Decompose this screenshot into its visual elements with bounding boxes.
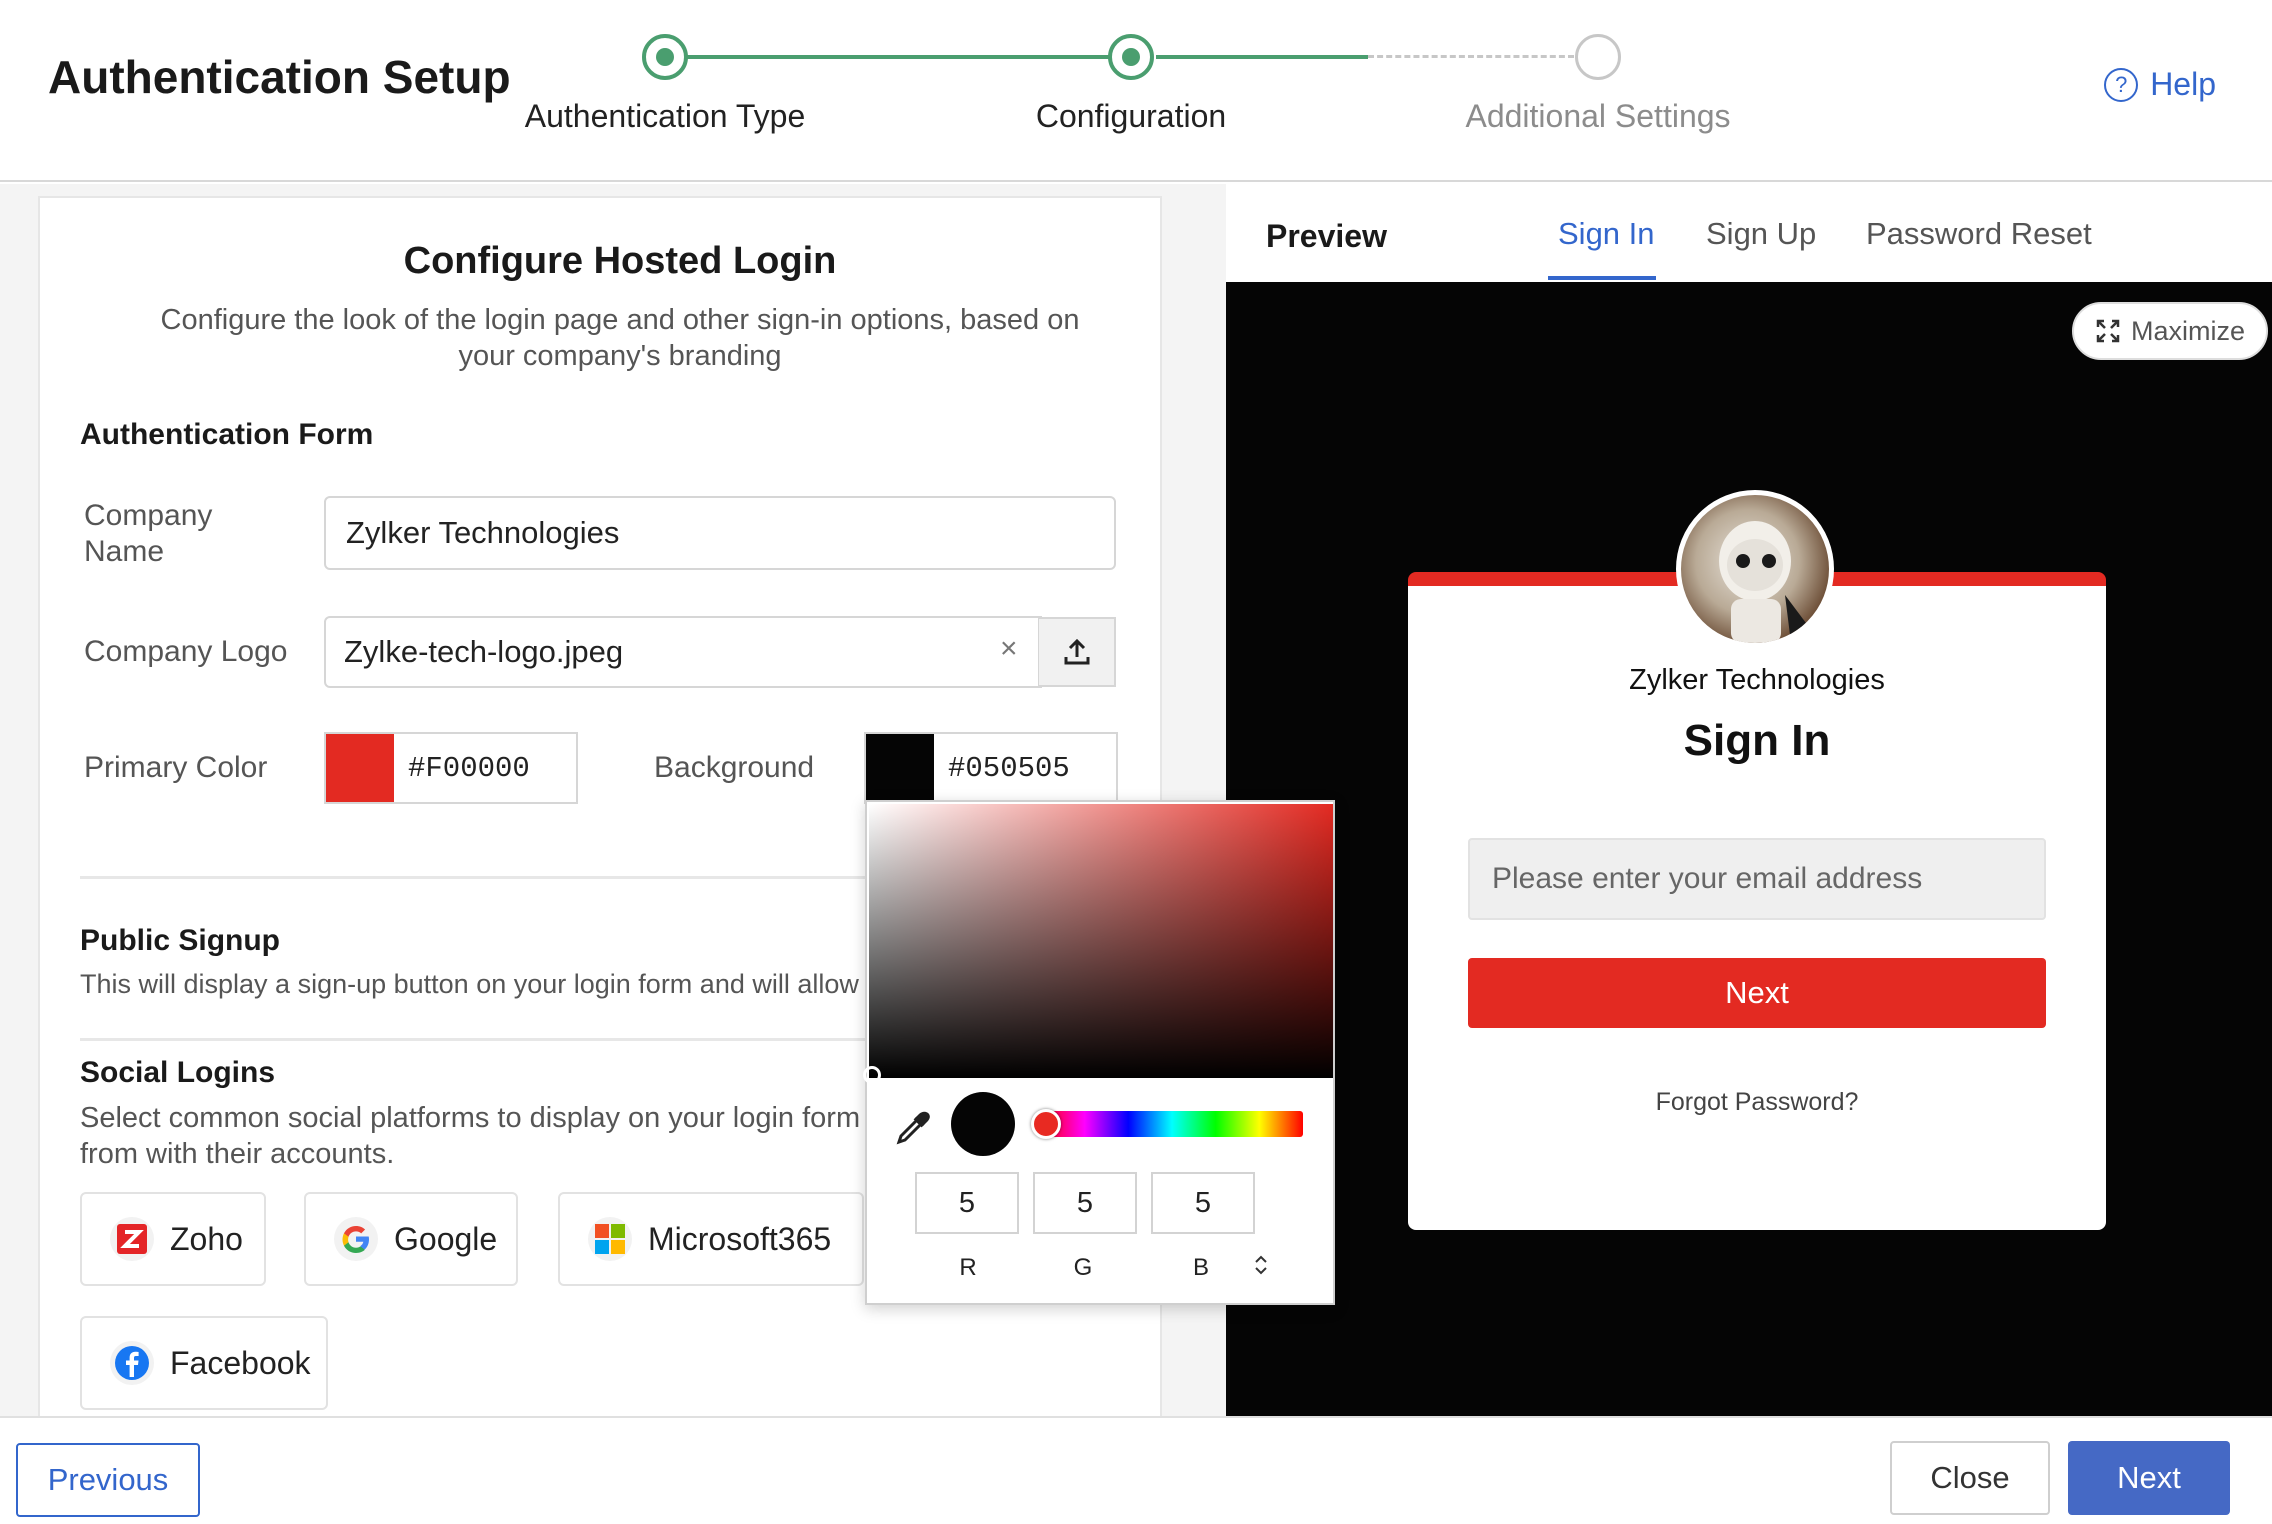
tab-password-reset[interactable]: Password Reset <box>1866 216 2092 252</box>
step-connector-todo <box>1368 55 1574 58</box>
primary-color-input[interactable]: #F00000 <box>324 732 578 804</box>
upload-button[interactable] <box>1038 617 1116 687</box>
color-picker-popup: 5 5 5 R G B <box>863 800 1335 1305</box>
blue-label: B <box>1192 1254 1209 1281</box>
maximize-label: Maximize <box>2130 315 2245 346</box>
next-button[interactable]: Next <box>2068 1441 2230 1515</box>
facebook-icon <box>110 1341 154 1385</box>
step-connector-done <box>684 55 1132 59</box>
green-input[interactable]: 5 <box>1033 1172 1137 1234</box>
saturation-cursor[interactable] <box>863 1066 881 1084</box>
public-signup-heading: Public Signup <box>80 924 280 957</box>
company-logo-avatar <box>1676 490 1834 648</box>
company-name-input[interactable]: Zylker Technologies <box>324 496 1116 570</box>
social-logins-description-line1: Select common social platforms to displa… <box>80 1102 861 1134</box>
social-logins-description-line2: from with their accounts. <box>80 1138 395 1170</box>
question-icon: ? <box>2104 67 2139 102</box>
primary-color-value[interactable]: #F00000 <box>394 752 530 785</box>
microsoft-icon <box>588 1217 632 1261</box>
auth-form-heading: Authentication Form <box>80 418 374 451</box>
background-color-swatch[interactable] <box>866 734 934 802</box>
saturation-value-area[interactable] <box>863 804 1333 1084</box>
login-email-input[interactable]: Please enter your email address <box>1468 838 2046 920</box>
background-color-input[interactable]: #050505 <box>864 732 1118 804</box>
primary-color-label: Primary Color <box>84 751 268 784</box>
tab-sign-in[interactable]: Sign In <box>1558 216 1655 252</box>
background-color-value[interactable]: #050505 <box>934 752 1070 785</box>
stepper: Authentication Type Configuration Additi… <box>0 0 2272 182</box>
expand-icon <box>2096 319 2120 343</box>
hue-slider[interactable] <box>1041 1111 1303 1137</box>
current-color-preview <box>951 1092 1015 1156</box>
preview-title: Preview <box>1266 218 1387 254</box>
public-signup-description: This will display a sign-up button on yo… <box>80 969 866 999</box>
config-title: Configure Hosted Login <box>403 240 837 282</box>
red-label: R <box>959 1254 977 1281</box>
google-icon <box>334 1217 378 1261</box>
help-link[interactable]: ? Help <box>2104 66 2216 103</box>
social-facebook-label: Facebook <box>170 1344 311 1381</box>
step-3-label[interactable]: Additional Settings <box>1398 98 1798 135</box>
social-microsoft-button[interactable]: Microsoft365 <box>558 1192 864 1286</box>
color-mode-toggle-icon[interactable] <box>1253 1254 1269 1276</box>
hue-slider-handle[interactable] <box>1031 1109 1061 1139</box>
step-1-check-icon <box>642 34 688 80</box>
zoho-icon <box>110 1217 154 1261</box>
blue-input[interactable]: 5 <box>1151 1172 1255 1234</box>
red-input[interactable]: 5 <box>915 1172 1019 1234</box>
green-label: G <box>1073 1254 1093 1281</box>
background-label: Background <box>654 751 815 784</box>
forgot-password-link[interactable]: Forgot Password? <box>1408 1088 2106 1117</box>
header: Authentication Setup Authentication Type… <box>0 0 2272 182</box>
step-2-label[interactable]: Configuration <box>931 98 1331 135</box>
login-company-name: Zylker Technologies <box>1629 664 1885 696</box>
social-zoho-label: Zoho <box>170 1220 243 1257</box>
step-connector-partial <box>1156 55 1368 59</box>
config-subtitle: Configure the look of the login page and… <box>160 304 1080 372</box>
step-3-pending-icon <box>1575 34 1621 80</box>
maximize-button[interactable]: Maximize <box>2072 302 2268 360</box>
social-google-button[interactable]: Google <box>304 1192 518 1286</box>
clear-icon[interactable]: × <box>1000 632 1018 666</box>
company-logo-input[interactable]: Zylke-tech-logo.jpeg <box>324 616 1042 688</box>
step-1-label[interactable]: Authentication Type <box>465 98 865 135</box>
social-logins-heading: Social Logins <box>80 1056 276 1089</box>
login-next-button[interactable]: Next <box>1468 958 2046 1028</box>
active-tab-underline <box>1548 276 1656 280</box>
social-google-label: Google <box>394 1220 498 1257</box>
social-microsoft-label: Microsoft365 <box>648 1220 832 1257</box>
eyedropper-icon[interactable] <box>893 1108 933 1148</box>
step-2-current-icon <box>1108 34 1154 80</box>
primary-color-swatch[interactable] <box>326 734 394 802</box>
help-label: Help <box>2150 66 2216 102</box>
previous-button[interactable]: Previous <box>16 1443 200 1517</box>
social-zoho-button[interactable]: Zoho <box>80 1192 266 1286</box>
close-button[interactable]: Close <box>1890 1441 2050 1515</box>
company-logo-label: Company Logo <box>84 635 288 668</box>
upload-icon <box>1064 638 1089 665</box>
company-name-label: Company Name <box>84 499 213 568</box>
login-heading: Sign In <box>1683 716 1831 765</box>
robot-logo-image <box>1719 521 1821 643</box>
social-facebook-button[interactable]: Facebook <box>80 1316 328 1410</box>
tab-sign-up[interactable]: Sign Up <box>1706 216 1816 252</box>
